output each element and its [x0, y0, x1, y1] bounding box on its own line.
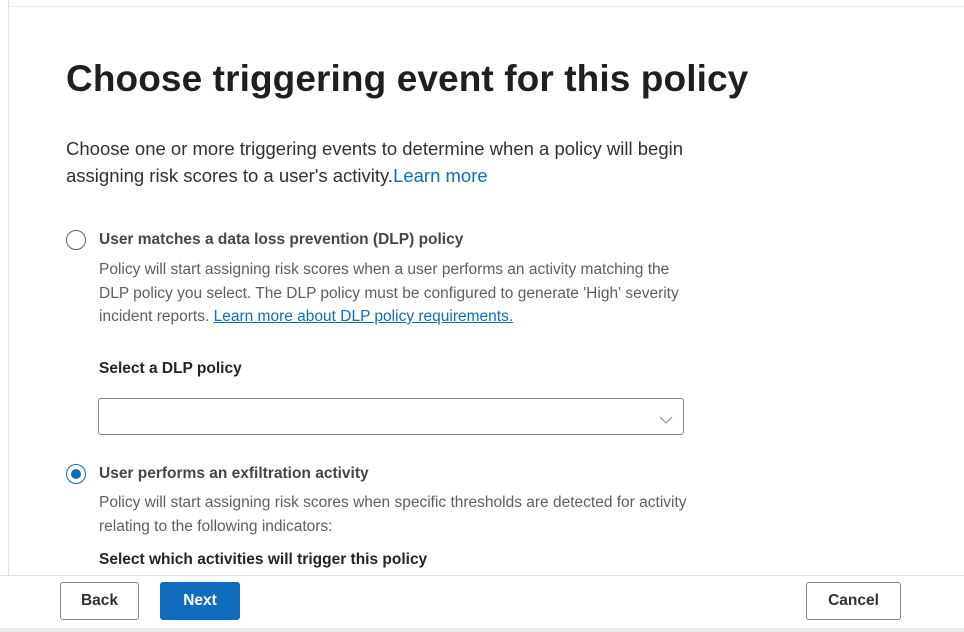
panel-left-border	[8, 0, 9, 575]
panel-top-border	[8, 6, 964, 7]
chevron-down-icon	[659, 412, 673, 430]
wizard-footer: Back Next Cancel	[0, 575, 964, 632]
wizard-content: Choose triggering event for this policy …	[0, 0, 964, 575]
cancel-button[interactable]: Cancel	[806, 582, 901, 620]
next-button[interactable]: Next	[160, 582, 240, 620]
radio-exfiltration[interactable]	[66, 464, 86, 484]
option-dlp-policy-description: Policy will start assigning risk scores …	[99, 258, 689, 329]
select-activities-label: Select which activities will trigger thi…	[99, 551, 428, 568]
learn-more-dlp-link[interactable]: Learn more about DLP policy requirements…	[214, 308, 514, 325]
page-description: Choose one or more triggering events to …	[66, 135, 706, 189]
page-title: Choose triggering event for this policy	[66, 58, 749, 99]
option-exfiltration-description: Policy will start assigning risk scores …	[99, 494, 687, 535]
option-dlp-policy-label[interactable]: User matches a data loss prevention (DLP…	[99, 230, 463, 250]
footer-bottom-border	[0, 628, 964, 632]
wizard-panel: Choose triggering event for this policy …	[0, 0, 964, 632]
back-button[interactable]: Back	[60, 582, 139, 620]
learn-more-link[interactable]: Learn more	[393, 165, 488, 186]
page-description-text: Choose one or more triggering events to …	[66, 138, 684, 186]
option-exfiltration-label[interactable]: User performs an exfiltration activity	[99, 464, 369, 484]
radio-dlp-policy[interactable]	[66, 230, 86, 250]
select-dlp-policy-label: Select a DLP policy	[99, 360, 242, 377]
dlp-policy-dropdown[interactable]	[98, 398, 684, 435]
